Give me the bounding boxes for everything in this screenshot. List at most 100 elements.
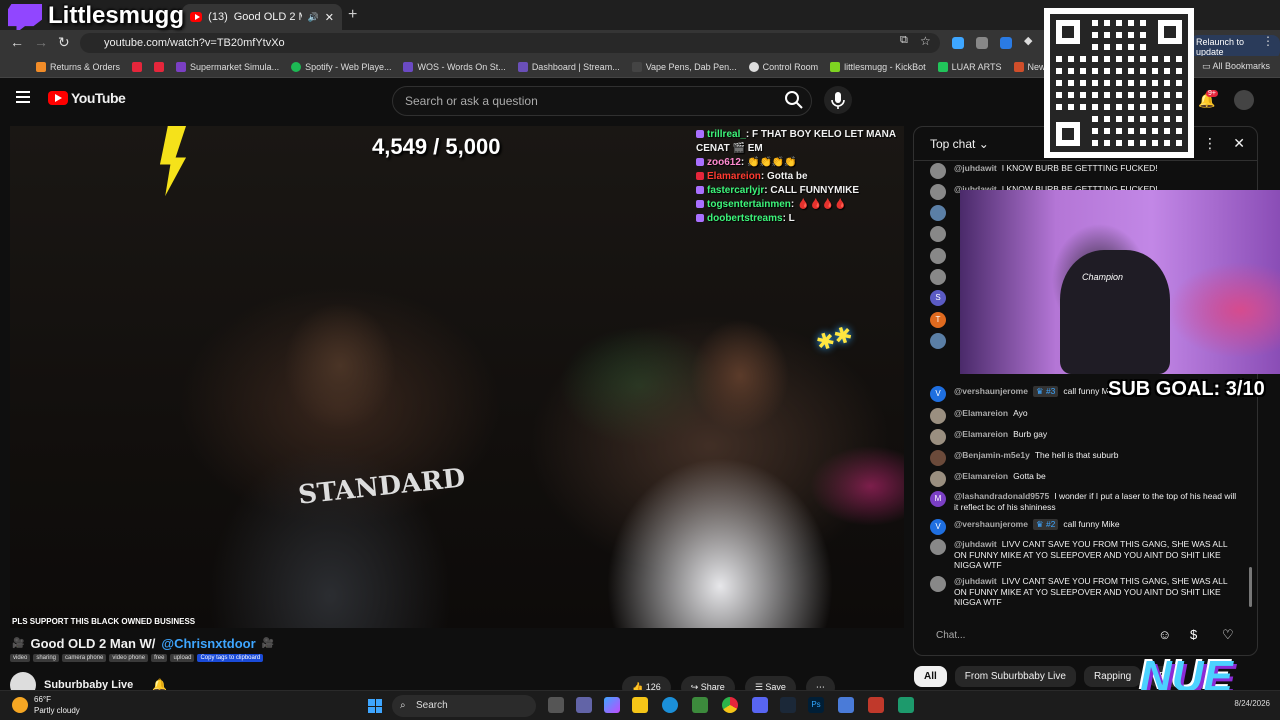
speaker-icon[interactable]: 🔊 xyxy=(308,12,319,23)
photoshop-icon[interactable]: Ps xyxy=(808,697,824,713)
task-view-icon[interactable] xyxy=(548,697,564,713)
bookmark-favicon-icon xyxy=(517,61,528,72)
chat-author[interactable]: @lashandradonald9575 xyxy=(954,491,1049,501)
file-explorer-icon[interactable] xyxy=(632,697,648,713)
back-button[interactable]: ← xyxy=(10,34,24,50)
chat-scrollbar[interactable] xyxy=(1249,567,1252,607)
chat-avatar[interactable] xyxy=(930,184,946,200)
bookmark-item[interactable]: Control Room xyxy=(748,61,818,72)
chat-author[interactable]: @vershaunjerome xyxy=(954,386,1028,396)
video-player[interactable]: STANDARD ✱✱ 4,549 / 5,000 trillreal_: F … xyxy=(10,126,904,628)
extension-icon[interactable] xyxy=(1000,37,1012,49)
bookmark-item[interactable]: Dashboard | Stream... xyxy=(517,61,620,72)
chat-input[interactable]: Chat... xyxy=(926,625,1158,647)
chat-avatar[interactable] xyxy=(930,205,946,221)
chip-from-channel[interactable]: From Suburbbaby Live xyxy=(954,666,1076,687)
tab-active[interactable]: (13) Good OLD 2 Man W 🔊 ✕ xyxy=(182,4,342,30)
weather-widget[interactable]: 66°F Partly cloudy xyxy=(12,694,80,716)
chat-avatar[interactable] xyxy=(930,226,946,242)
bookmark-item[interactable]: Vape Pens, Dab Pen... xyxy=(631,61,737,72)
reload-button[interactable]: ↻ xyxy=(58,34,70,51)
heart-icon[interactable]: ♡ xyxy=(1222,627,1234,643)
install-icon[interactable]: ⧉ xyxy=(900,34,908,47)
windows-start-icon[interactable] xyxy=(368,699,382,713)
chat-avatar[interactable] xyxy=(930,471,946,487)
chat-avatar[interactable] xyxy=(930,333,946,349)
chat-author[interactable]: @juhdawit xyxy=(954,539,997,549)
store-icon[interactable] xyxy=(692,697,708,713)
all-bookmarks-button[interactable]: ▭ All Bookmarks xyxy=(1202,61,1270,72)
tag-chip[interactable]: camera phone xyxy=(62,654,107,662)
chat-avatar[interactable] xyxy=(930,539,946,555)
tag-chip[interactable]: video phone xyxy=(109,654,149,662)
notes-icon[interactable] xyxy=(838,697,854,713)
youtube-logo[interactable]: YouTube xyxy=(48,90,126,106)
chat-author[interactable]: @Elamareion xyxy=(954,408,1008,418)
title-mention-link[interactable]: @Chrisnxtdoor xyxy=(161,636,255,651)
tag-chip[interactable]: free xyxy=(151,654,168,662)
chat-avatar[interactable]: T xyxy=(930,312,946,328)
forward-button[interactable]: → xyxy=(34,34,48,50)
account-avatar[interactable] xyxy=(1234,90,1254,110)
chat-author[interactable]: @vershaunjerome xyxy=(954,519,1028,529)
app-icon[interactable] xyxy=(898,697,914,713)
new-tab-button[interactable]: + xyxy=(348,6,357,24)
tag-chip[interactable]: video xyxy=(10,654,31,662)
bookmark-item[interactable]: Spotify - Web Playe... xyxy=(291,61,391,72)
chat-avatar[interactable]: V xyxy=(930,386,946,402)
search-icon[interactable] xyxy=(784,90,806,112)
bookmark-item[interactable]: LUAR ARTS xyxy=(937,61,1002,72)
copy-tags-button[interactable]: Copy tags to clipboard xyxy=(197,654,264,662)
chip-rapping[interactable]: Rapping xyxy=(1083,666,1142,687)
bookmark-item[interactable] xyxy=(154,61,165,72)
extension-diamond-icon[interactable]: ◆ xyxy=(1024,34,1032,47)
bookmark-favicon-icon xyxy=(176,61,187,72)
chat-avatar[interactable]: V xyxy=(930,519,946,535)
chat-author[interactable]: @Elamareion xyxy=(954,429,1008,439)
bookmark-item[interactable] xyxy=(132,61,143,72)
url-field[interactable]: youtube.com/watch?v=TB20mfYtvXo xyxy=(80,33,940,53)
app-icon[interactable] xyxy=(868,697,884,713)
copilot-icon[interactable] xyxy=(604,697,620,713)
chat-avatar[interactable] xyxy=(930,576,946,592)
chat-avatar[interactable] xyxy=(930,269,946,285)
tag-chip[interactable]: upload xyxy=(170,654,195,662)
super-chat-icon[interactable]: $ xyxy=(1190,627,1197,642)
chat-author[interactable]: @juhdawit xyxy=(954,163,997,173)
emoji-icon[interactable]: ☺ xyxy=(1158,627,1171,642)
discord-icon[interactable] xyxy=(752,697,768,713)
chat-avatar[interactable]: S xyxy=(930,290,946,306)
bookmark-item[interactable]: Supermarket Simula... xyxy=(176,61,279,72)
bookmark-item[interactable]: littlesmugg - KickBot xyxy=(830,61,926,72)
teams-icon[interactable] xyxy=(576,697,592,713)
chip-all[interactable]: All xyxy=(914,666,947,687)
extension-icon[interactable] xyxy=(952,37,964,49)
close-icon[interactable]: ✕ xyxy=(1233,135,1245,152)
chat-avatar[interactable] xyxy=(930,429,946,445)
hamburger-menu-icon[interactable] xyxy=(16,91,30,103)
more-vert-icon[interactable]: ⋮ xyxy=(1203,135,1217,152)
chat-author[interactable]: @Elamareion xyxy=(954,471,1008,481)
chat-avatar[interactable] xyxy=(930,248,946,264)
microphone-icon[interactable] xyxy=(824,86,852,114)
browser-menu-icon[interactable]: ⋮ xyxy=(1262,34,1274,48)
tab-close-icon[interactable]: ✕ xyxy=(325,11,334,24)
chat-author[interactable]: @juhdawit xyxy=(954,576,997,586)
steam-icon[interactable] xyxy=(780,697,796,713)
bookmark-item[interactable]: WOS - Words On St... xyxy=(403,61,506,72)
taskbar-search[interactable]: ⌕ Search xyxy=(392,695,536,717)
chat-avatar[interactable] xyxy=(930,450,946,466)
edge-icon[interactable] xyxy=(662,697,678,713)
bookmark-item[interactable]: Returns & Orders xyxy=(36,61,120,72)
chat-avatar[interactable] xyxy=(930,408,946,424)
search-input[interactable]: Search or ask a question xyxy=(392,86,812,116)
top-chat-dropdown[interactable]: Top chat ⌄ xyxy=(930,137,989,151)
chat-message: @juhdawit LIVV CANT SAVE YOU FROM THIS GA… xyxy=(930,539,1240,571)
chrome-icon[interactable] xyxy=(722,697,738,713)
chat-avatar[interactable]: M xyxy=(930,491,946,507)
extension-icon[interactable] xyxy=(976,37,988,49)
chat-avatar[interactable] xyxy=(930,163,946,179)
tag-chip[interactable]: sharing xyxy=(33,654,60,662)
chat-author[interactable]: @Benjamin-m5e1y xyxy=(954,450,1030,460)
bookmark-star-icon[interactable]: ☆ xyxy=(920,34,931,48)
